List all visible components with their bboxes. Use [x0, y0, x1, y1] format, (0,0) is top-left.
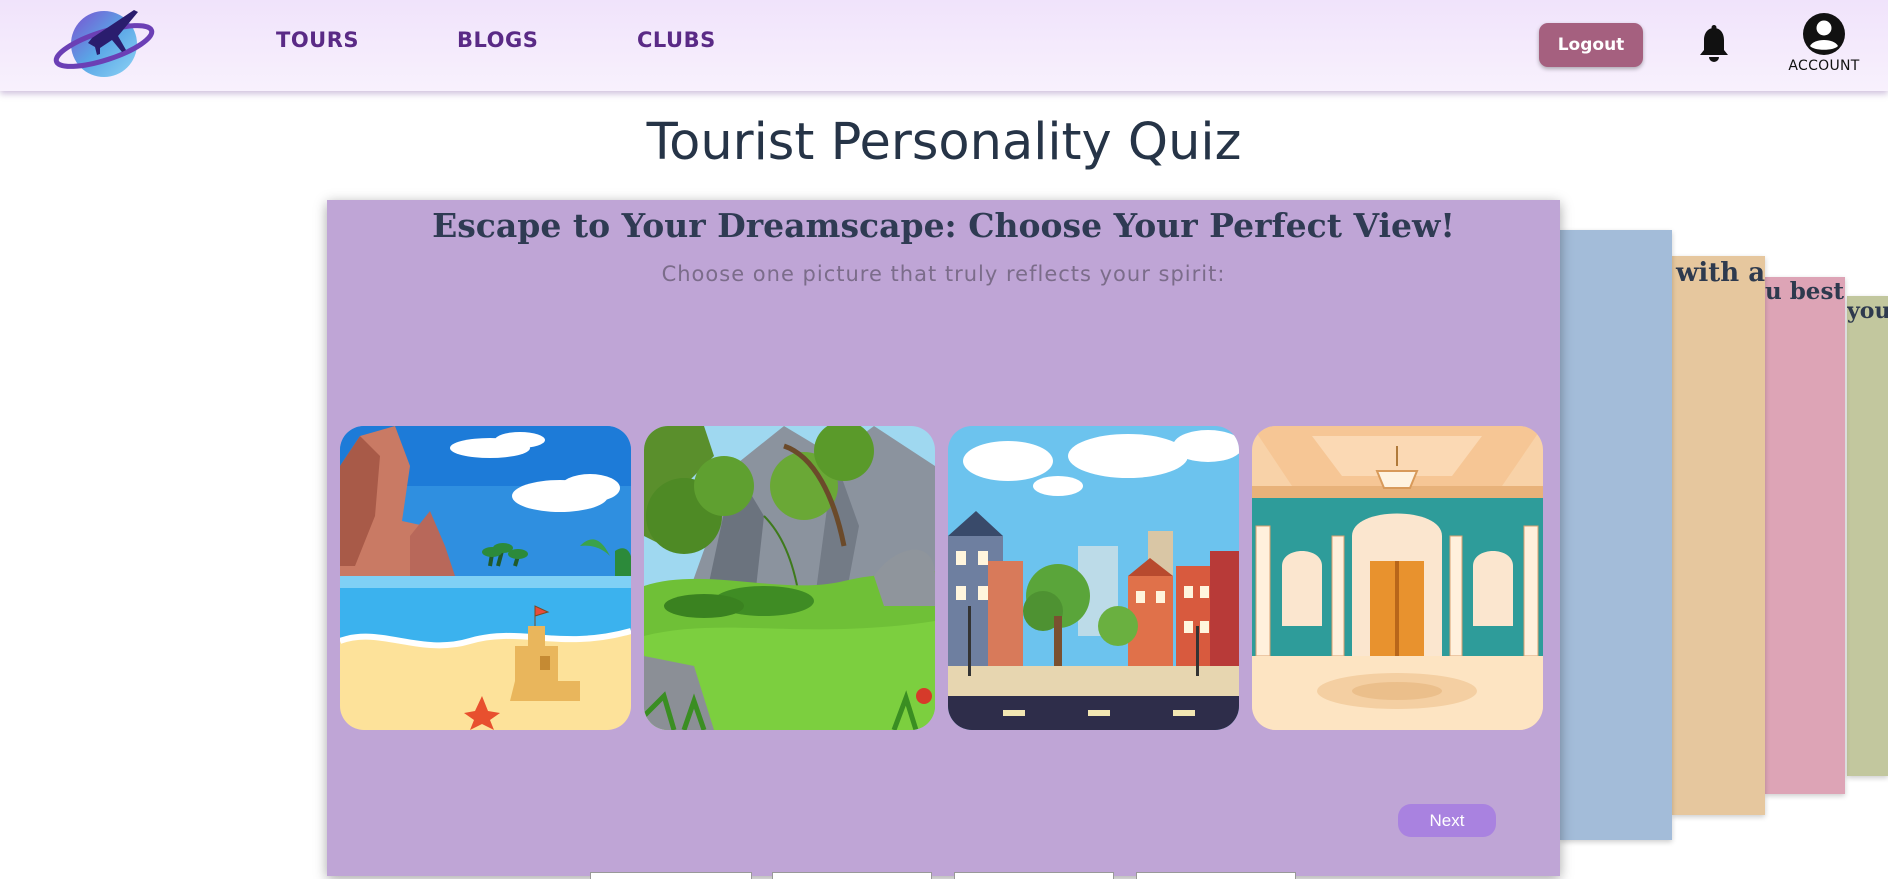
logout-button[interactable]: Logout [1539, 23, 1643, 67]
stacked-card-4-text: you [1847, 298, 1888, 324]
quiz-question: Escape to Your Dreamscape: Choose Your P… [432, 206, 1455, 245]
quiz-subtitle: Choose one picture that truly reflects y… [661, 262, 1226, 286]
stacked-quiz-card-1 [1560, 230, 1672, 840]
nav-link-tours[interactable]: TOURS [276, 28, 359, 52]
top-navbar: TOURS BLOGS CLUBS Logout ACCOUNT [0, 0, 1888, 91]
bell-icon[interactable] [1697, 25, 1731, 65]
choice-mountain-forest-scene[interactable] [644, 426, 935, 730]
next-button[interactable]: Next [1398, 804, 1496, 837]
account-icon [1803, 13, 1845, 55]
nav-link-blogs[interactable]: BLOGS [457, 28, 538, 52]
choice-city-street-scene[interactable] [948, 426, 1239, 730]
stacked-quiz-card-4: you [1847, 296, 1888, 776]
stacked-card-3-text: u best! [1765, 278, 1845, 305]
choice-palace-hall-scene[interactable] [1252, 426, 1543, 730]
stacked-card-2-text: with a [1676, 258, 1765, 288]
page-title: Tourist Personality Quiz [646, 113, 1242, 172]
account-label: ACCOUNT [1788, 58, 1860, 74]
choice-beach-scene[interactable] [340, 426, 631, 730]
account-menu[interactable]: ACCOUNT [1782, 12, 1866, 80]
nav-link-clubs[interactable]: CLUBS [637, 28, 716, 52]
quiz-card: Escape to Your Dreamscape: Choose Your P… [327, 200, 1560, 876]
stacked-quiz-card-2: with a [1672, 256, 1765, 815]
stacked-quiz-card-3: u best! [1765, 277, 1845, 794]
plane-globe-logo-icon[interactable] [52, 2, 158, 80]
